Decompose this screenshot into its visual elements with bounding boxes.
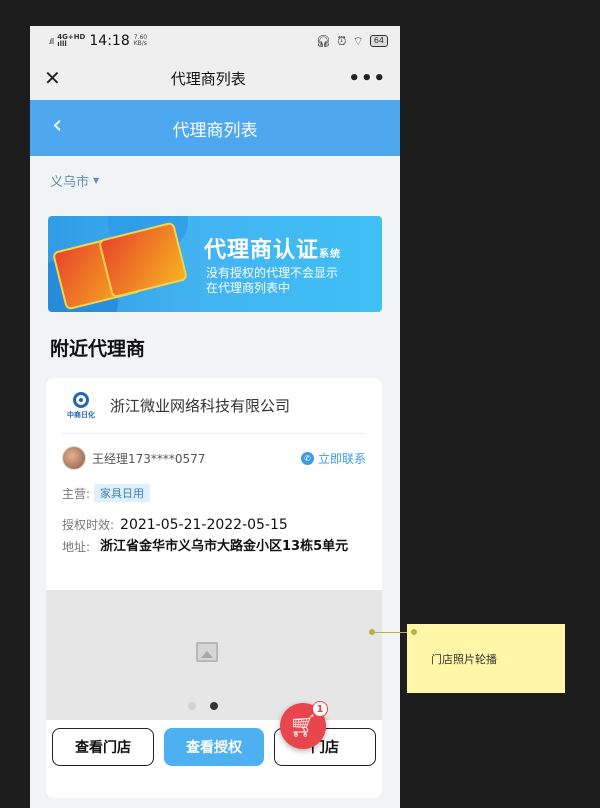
image-placeholder-icon [196,642,218,662]
address-value: 浙江省金华市义乌市大路金小区13栋5单元 [100,539,349,554]
carousel-dots [188,702,218,710]
battery-indicator: 64 [369,35,388,47]
contact-now-button[interactable]: ✆ 立即联系 [300,450,366,467]
status-left: .ıll 4G+HD ılll 14:18 7.60 KB/s [48,33,147,49]
headphones-icon: 🎧︎ [315,34,332,48]
section-title: 附近代理商 [50,338,146,360]
wifi-icon: ⌔ [352,33,364,48]
address-label: 地址: [62,540,91,554]
company-name: 浙江微业网络科技有限公司 [110,397,291,415]
cart-icon: 🛒︎ [289,713,317,739]
carousel-dot-active[interactable] [210,702,218,710]
banner-subtitle-line2: 在代理商列表中 [206,281,291,295]
cart-badge: 1 [312,701,328,717]
agent-card-header: 中商日化 浙江微业网络科技有限公司 [62,378,366,434]
alarm-icon: ⏰︎ [337,33,347,48]
annotation-connector [372,632,408,633]
app-header: ‹ 代理商列表 [30,100,400,156]
more-menu-icon[interactable]: ••• [348,68,386,89]
status-time: 14:18 [89,33,130,49]
banner-subtitle-line1: 没有授权的代理不会显示 [206,266,339,280]
manager-contact: 王经理173****0577 [92,451,206,466]
logo-text: 中商日化 [67,410,95,419]
auth-period-row: 授权时效: 2021-05-21-2022-05-15 [62,516,366,533]
status-right: 🎧︎ ⏰︎ ⌔ 64 [316,34,388,49]
signal-icon: .ıll [48,36,54,46]
network-indicator: 4G+HD ılll [57,34,85,48]
banner-title: 代理商认证系统 [204,232,341,264]
phone-icon: ✆ [300,451,314,465]
phone-screen: .ıll 4G+HD ılll 14:18 7.60 KB/s 🎧︎ ⏰︎ ⌔ … [30,26,400,808]
view-store-button[interactable]: 查看门店 [52,728,154,766]
network-bars-icon: ılll [57,40,67,48]
network-speed: 7.60 KB/s [134,35,147,47]
caret-down-icon: ▼ [93,175,100,185]
card-actions: 查看门店 查看授权 门店 [52,728,376,766]
agent-card[interactable]: 中商日化 浙江微业网络科技有限公司 王经理173****0577 ✆ 立即联系 … [46,378,382,798]
carousel-dot[interactable] [188,702,196,710]
contact-row: 王经理173****0577 ✆ 立即联系 [62,434,366,482]
main-business-tag: 家具日用 [94,484,151,502]
logo-mark-icon [73,391,89,408]
store-photo-carousel[interactable] [46,590,382,720]
banner-title-suffix: 系统 [319,249,342,260]
close-icon[interactable]: ✕ [44,66,68,90]
annotation-note-text: 门店照片轮播 [431,652,497,666]
auth-period-value: 2021-05-21-2022-05-15 [120,516,288,533]
banner-subtitle: 没有授权的代理不会显示 在代理商列表中 [206,266,338,296]
annotation-note: 门店照片轮播 [407,624,565,693]
back-arrow-icon[interactable]: ‹ [52,110,62,140]
annotation-anchor [369,629,375,635]
wechat-title: 代理商列表 [170,69,246,88]
company-logo: 中商日化 [62,387,100,425]
contact-now-label: 立即联系 [317,451,366,466]
annotation-anchor [411,629,417,635]
city-label: 义乌市 [50,174,90,190]
speed-unit: KB/s [133,40,147,47]
wechat-nav-bar: ✕ 代理商列表 ••• [30,56,400,100]
address-row: 地址: 浙江省金华市义乌市大路金小区13栋5单元 [62,539,366,555]
view-authorization-button[interactable]: 查看授权 [164,728,264,766]
main-business-row: 主营: 家具日用 [62,484,366,502]
cart-button[interactable]: 🛒︎ 1 [280,701,328,749]
page-title: 代理商列表 [172,120,258,141]
auth-period-label: 授权时效: [62,518,115,532]
main-business-label: 主营: [62,486,91,501]
city-selector[interactable]: 义乌市 ▼ [30,156,400,204]
banner-title-main: 代理商认证 [204,238,320,263]
status-bar: .ıll 4G+HD ılll 14:18 7.60 KB/s 🎧︎ ⏰︎ ⌔ … [30,26,400,56]
promo-banner[interactable]: 代理商认证系统 没有授权的代理不会显示 在代理商列表中 [48,216,382,312]
avatar [62,446,86,470]
